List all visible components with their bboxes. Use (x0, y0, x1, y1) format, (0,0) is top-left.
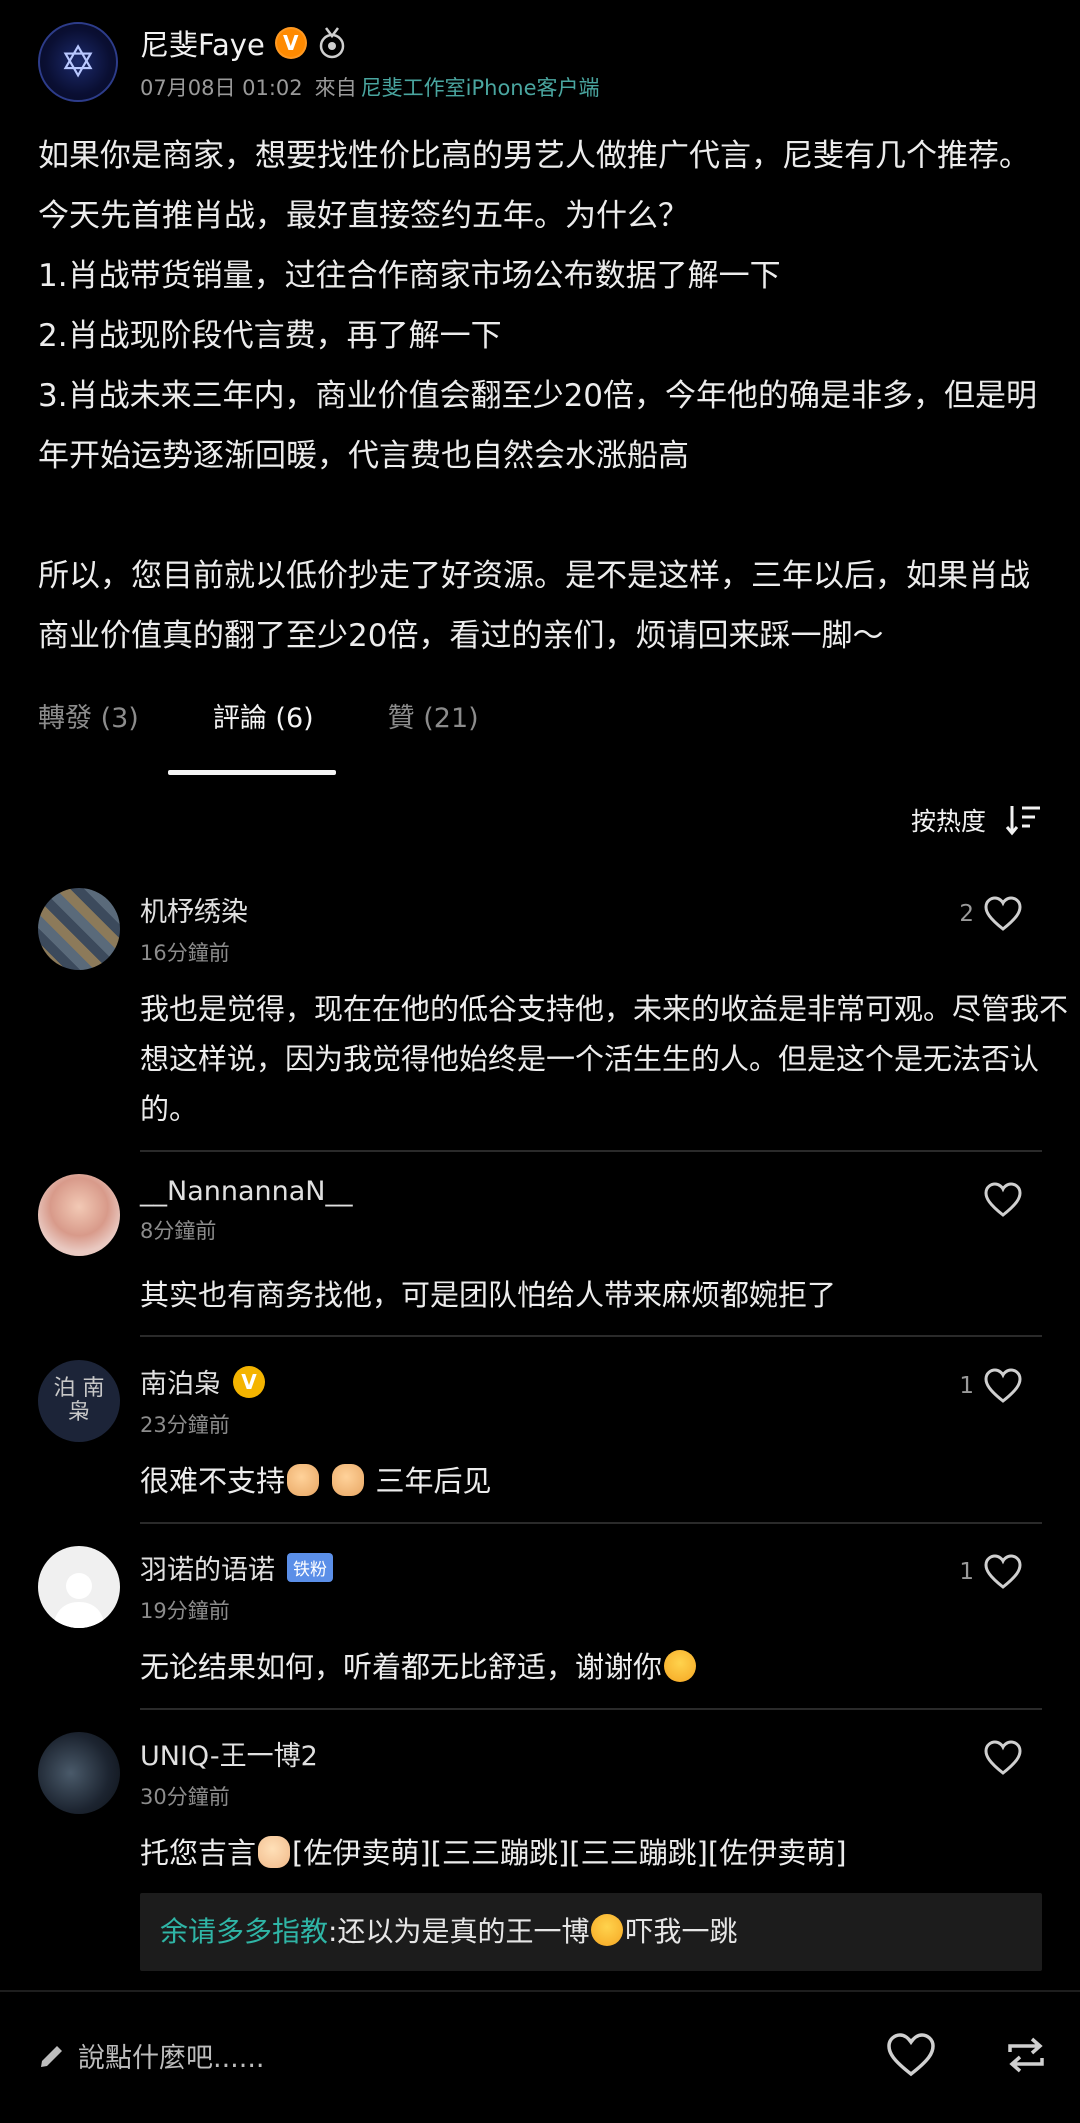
comment-item: 机杼绣染 16分鐘前 2 我也是觉得，现在在他的低谷支持他，未来的收益是非常可观… (38, 888, 1068, 1148)
comment-like-button[interactable]: 2 (959, 896, 1022, 932)
commenter-avatar[interactable] (38, 1732, 120, 1814)
compose-placeholder[interactable]: 說點什麼吧...... (78, 2036, 265, 2075)
comment-text: 无论结果如何，听着都无比舒适，谢谢你 (140, 1642, 1080, 1692)
like-post-heart-icon[interactable] (886, 2032, 936, 2078)
comment-time: 16分鐘前 (140, 941, 230, 965)
divider (140, 1335, 1042, 1337)
commenter-avatar[interactable] (38, 1174, 120, 1256)
comment-text: 其实也有商务找他，可是团队怕给人带来麻烦都婉拒了 (140, 1278, 837, 1312)
comment-like-button[interactable] (984, 1740, 1022, 1776)
commenter-avatar[interactable] (38, 1546, 120, 1628)
post-meta: 尼斐Faye V 07月08日 01:02 來自 尼斐工作室iPhone客户端 (140, 22, 600, 102)
reply-text: 吓我一跳 (625, 1915, 738, 1948)
tab-bar: 轉發 (3) 評論 (6) 贊 (21) (38, 696, 553, 763)
divider (140, 1150, 1042, 1152)
comment-item: 羽诺的语诺 铁粉 19分鐘前 1 无论结果如何，听着都无比舒适，谢谢你 (38, 1546, 1042, 1696)
author-name-row: 尼斐Faye V (140, 22, 600, 64)
tab-reposts[interactable]: 轉發 (3) (38, 696, 139, 763)
from-label: 來自 (314, 76, 357, 100)
divider (140, 1708, 1042, 1710)
laugh-emoji-icon (664, 1650, 697, 1682)
sort-icon[interactable] (1004, 803, 1042, 837)
hand-emoji-icon (258, 1836, 291, 1868)
verified-badge-icon: V (274, 27, 307, 59)
author-name[interactable]: 尼斐Faye (140, 22, 265, 64)
comment-time: 23分鐘前 (140, 1413, 230, 1437)
pencil-icon (41, 2045, 62, 2067)
post-body: 如果你是商家，想要找性价比高的男艺人做推广代言，尼斐有几个推荐。今天先首推肖战，… (38, 138, 1038, 654)
commenter-name[interactable]: 机杼绣染 (140, 890, 248, 929)
comment-time: 8分鐘前 (140, 1219, 217, 1243)
comment-text-part: 托您吉言 (140, 1836, 257, 1870)
like-count: 1 (959, 1559, 974, 1585)
commenter-avatar[interactable] (38, 888, 120, 970)
comment-text-part: [佐伊卖萌][三三蹦跳][三三蹦跳][佐伊卖萌] (292, 1836, 847, 1870)
tab-comments[interactable]: 評論 (6) (213, 696, 314, 763)
heart-icon[interactable] (984, 1740, 1022, 1776)
heart-icon[interactable] (984, 1554, 1022, 1590)
tab-likes[interactable]: 贊 (21) (388, 696, 479, 763)
source-link[interactable]: 尼斐工作室iPhone客户端 (361, 72, 600, 102)
repost-icon[interactable] (1004, 2034, 1048, 2076)
verified-badge-icon: V (233, 1365, 265, 1398)
commenter-name[interactable]: 南泊枭 (140, 1362, 221, 1401)
commenter-name[interactable]: __NannannaN__ (140, 1176, 352, 1207)
author-avatar[interactable]: ✡ (38, 22, 118, 102)
sort-control[interactable]: 按热度 (911, 802, 1042, 838)
comment-time: 19分鐘前 (140, 1599, 230, 1623)
sweat-emoji-icon (591, 1914, 624, 1946)
medal-icon[interactable] (317, 26, 347, 60)
commenter-avatar[interactable]: 泊 南 枭 (38, 1360, 120, 1442)
sub-reply[interactable]: 余请多多指教:还以为是真的王一博 吓我一跳 (140, 1893, 1042, 1971)
comment-text-part: 很难不支持 (140, 1464, 286, 1498)
comment-like-button[interactable]: 1 (959, 1368, 1022, 1404)
comment-item: __NannannaN__ 8分鐘前 其实也有商务找他，可是团队怕给人带来麻烦都… (38, 1174, 1042, 1324)
active-tab-indicator (168, 770, 336, 775)
comment-like-button[interactable]: 1 (959, 1554, 1022, 1590)
comment-item: 泊 南 枭 南泊枭 V 23分鐘前 1 很难不支持 三年后见 (38, 1360, 1042, 1510)
divider (140, 1522, 1042, 1524)
avatar-text: 泊 南 枭 (53, 1376, 105, 1425)
comment-like-button[interactable] (984, 1182, 1022, 1218)
reply-username[interactable]: 余请多多指教 (160, 1915, 328, 1948)
comment-compose[interactable]: 說點什麼吧...... (38, 2036, 265, 2075)
comment-text: 我也是觉得，现在在他的低谷支持他，未来的收益是非常可观。尽管我不想这样说，因为我… (140, 992, 1069, 1126)
reply-text: :还以为是真的王一博 (328, 1915, 590, 1948)
heart-icon[interactable] (984, 1182, 1022, 1218)
fist-emoji-icon (287, 1464, 320, 1496)
post-subline: 07月08日 01:02 來自 尼斐工作室iPhone客户端 (140, 72, 600, 102)
fan-badge: 铁粉 (287, 1553, 333, 1582)
post-header: ✡ 尼斐Faye V 07月08日 01:02 來自 尼斐工作室iPhone客户… (38, 22, 600, 102)
heart-icon[interactable] (984, 1368, 1022, 1404)
like-count: 1 (959, 1373, 974, 1399)
comment-time: 30分鐘前 (140, 1785, 230, 1809)
commenter-name[interactable]: UNIQ-王一博2 (140, 1734, 318, 1773)
bottom-action-bar: 說點什麼吧...... (0, 1990, 1080, 2123)
post-time: 07月08日 01:02 (140, 76, 303, 100)
like-count: 2 (959, 901, 974, 927)
commenter-name[interactable]: 羽诺的语诺 (140, 1548, 275, 1587)
fist-emoji-icon (332, 1464, 365, 1496)
comment-text-part: 无论结果如何，听着都无比舒适，谢谢你 (140, 1650, 663, 1684)
comment-text-part: 三年后见 (375, 1464, 492, 1498)
comment-text: 托您吉言 [佐伊卖萌][三三蹦跳][三三蹦跳][佐伊卖萌] (140, 1828, 1080, 1878)
comment-text: 很难不支持 三年后见 (140, 1456, 1080, 1506)
sort-label[interactable]: 按热度 (911, 802, 986, 838)
heart-icon[interactable] (984, 896, 1022, 932)
